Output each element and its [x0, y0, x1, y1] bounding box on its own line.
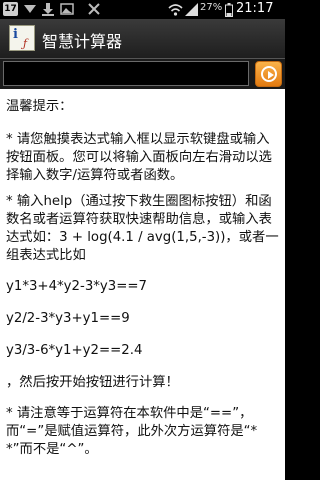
app-icon-glyph-i: i: [13, 27, 18, 42]
app-icon-glyph-f: ƒ: [23, 37, 28, 50]
example-equation-1: y1*3+4*y2-3*y3==7: [6, 279, 147, 294]
help-paragraph-4: * 请注意等于运算符在本软件中是“==”，而“=”是赋值运算符，此外次方运算符是…: [6, 406, 258, 457]
download-icon: [42, 3, 54, 16]
help-paragraph-1: * 请您触摸表达式输入框以显示软键盘或输入按钮面板。您可以将输入面板向左右滑动以…: [6, 132, 272, 183]
app-icon: i ƒ: [9, 25, 35, 51]
title-bar: i ƒ 智慧计算器: [0, 19, 285, 59]
example-equation-2: y2/2-3*y3+y1==9: [6, 311, 130, 326]
help-paragraph-3: ，然后按开始按钮进行计算！: [6, 375, 179, 390]
close-icon: [88, 3, 100, 15]
expression-input[interactable]: [3, 61, 249, 86]
notification-badge: 17: [3, 2, 18, 16]
mail-icon: [24, 5, 36, 13]
help-heading: 温馨提示：: [6, 99, 73, 114]
expression-bar: [0, 59, 285, 89]
battery-icon: [225, 3, 233, 17]
battery-percent: 27%: [200, 2, 223, 13]
play-circle-icon: [261, 66, 277, 82]
image-icon: [60, 3, 74, 15]
wifi-icon: [168, 4, 183, 16]
app-title: 智慧计算器: [42, 32, 123, 51]
help-paragraph-2: * 输入help（通过按下救生圈图标按钮）和函数名或者运算符获取快速帮助信息，或…: [6, 194, 279, 263]
signal-icon: [185, 3, 198, 16]
status-bar: 17 27% 21:17: [0, 0, 285, 19]
help-content: 温馨提示： * 请您触摸表达式输入框以显示软键盘或输入按钮面板。您可以将输入面板…: [0, 89, 285, 480]
start-calc-button[interactable]: [255, 61, 282, 87]
status-time: 21:17: [236, 1, 274, 16]
play-triangle: [268, 71, 274, 79]
example-equation-3: y3/3-6*y1+y2==2.4: [6, 343, 143, 358]
